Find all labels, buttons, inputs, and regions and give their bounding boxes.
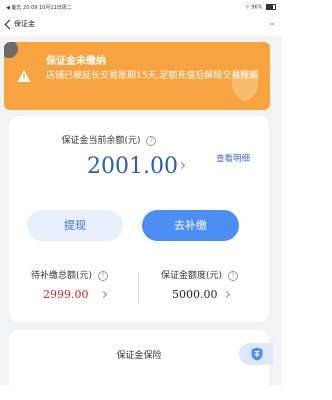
- balance-label-row: 保证金当前余额(元) ?: [9, 133, 209, 146]
- deposit-quota-value[interactable]: 5000.00: [172, 288, 218, 301]
- topup-button[interactable]: 去补缴: [142, 210, 239, 241]
- help-icon[interactable]: ?: [97, 270, 108, 281]
- deposit-warning-banner: 保证金未缴纳 店铺已被延长交易账期15天,足额充值后解除交易账期: [4, 42, 270, 110]
- notice-title: 保证金未缴纳: [46, 56, 106, 67]
- chevron-right-icon[interactable]: [222, 290, 231, 299]
- help-icon[interactable]: ?: [146, 135, 157, 146]
- balance-label: 保证金当前余额(元): [61, 136, 141, 146]
- deposit-quota-label: 保证金额度(元): [161, 271, 223, 281]
- status-bar-left: ◀ 备忘 20:09 10月11日周二: [6, 5, 72, 11]
- nav-bar: 保证金 ···: [0, 14, 332, 36]
- deposit-insurance-card[interactable]: 保证金保险: [9, 330, 273, 400]
- withdraw-button[interactable]: 提现: [27, 210, 123, 241]
- help-icon[interactable]: ?: [227, 270, 238, 281]
- deposit-quota-label-row: 保证金额度(元) ?: [161, 268, 238, 281]
- battery-icon: [266, 4, 276, 10]
- balance-value[interactable]: 2001.00: [87, 154, 178, 179]
- insurance-title: 保证金保险: [116, 351, 162, 361]
- deposit-balance-card: 保证金当前余额(元) ? 2001.00 查看明细 提现 去补缴 待补缴总额(元…: [9, 116, 269, 322]
- battery-text: ⌔ 96%: [245, 4, 263, 11]
- page-title: 保证金: [14, 20, 35, 28]
- pending-amount-label-row: 待补缴总额(元) ?: [31, 268, 108, 281]
- pending-amount-value[interactable]: 2999.00: [43, 288, 89, 301]
- shield-icon: [251, 347, 263, 361]
- warning-icon: [17, 70, 31, 82]
- stat-divider: [138, 272, 139, 304]
- view-details-link[interactable]: 查看明细: [216, 152, 250, 164]
- back-arrow-icon[interactable]: [4, 19, 15, 30]
- page-content: 保证金未缴纳 店铺已被延长交易账期15天,足额充值后解除交易账期 保证金当前余额…: [0, 36, 282, 400]
- status-bar-right: ⌔ 96%: [245, 4, 276, 11]
- status-bar: ◀ 备忘 20:09 10月11日周二 ⌔ 96%: [0, 0, 332, 14]
- chevron-right-icon[interactable]: [177, 161, 186, 170]
- avatar: [4, 42, 18, 58]
- chevron-right-icon[interactable]: [99, 290, 108, 299]
- more-icon[interactable]: ···: [269, 20, 275, 29]
- shield-icon: [232, 69, 258, 101]
- insurance-badge[interactable]: [239, 343, 273, 365]
- pending-amount-label: 待补缴总额(元): [31, 271, 93, 281]
